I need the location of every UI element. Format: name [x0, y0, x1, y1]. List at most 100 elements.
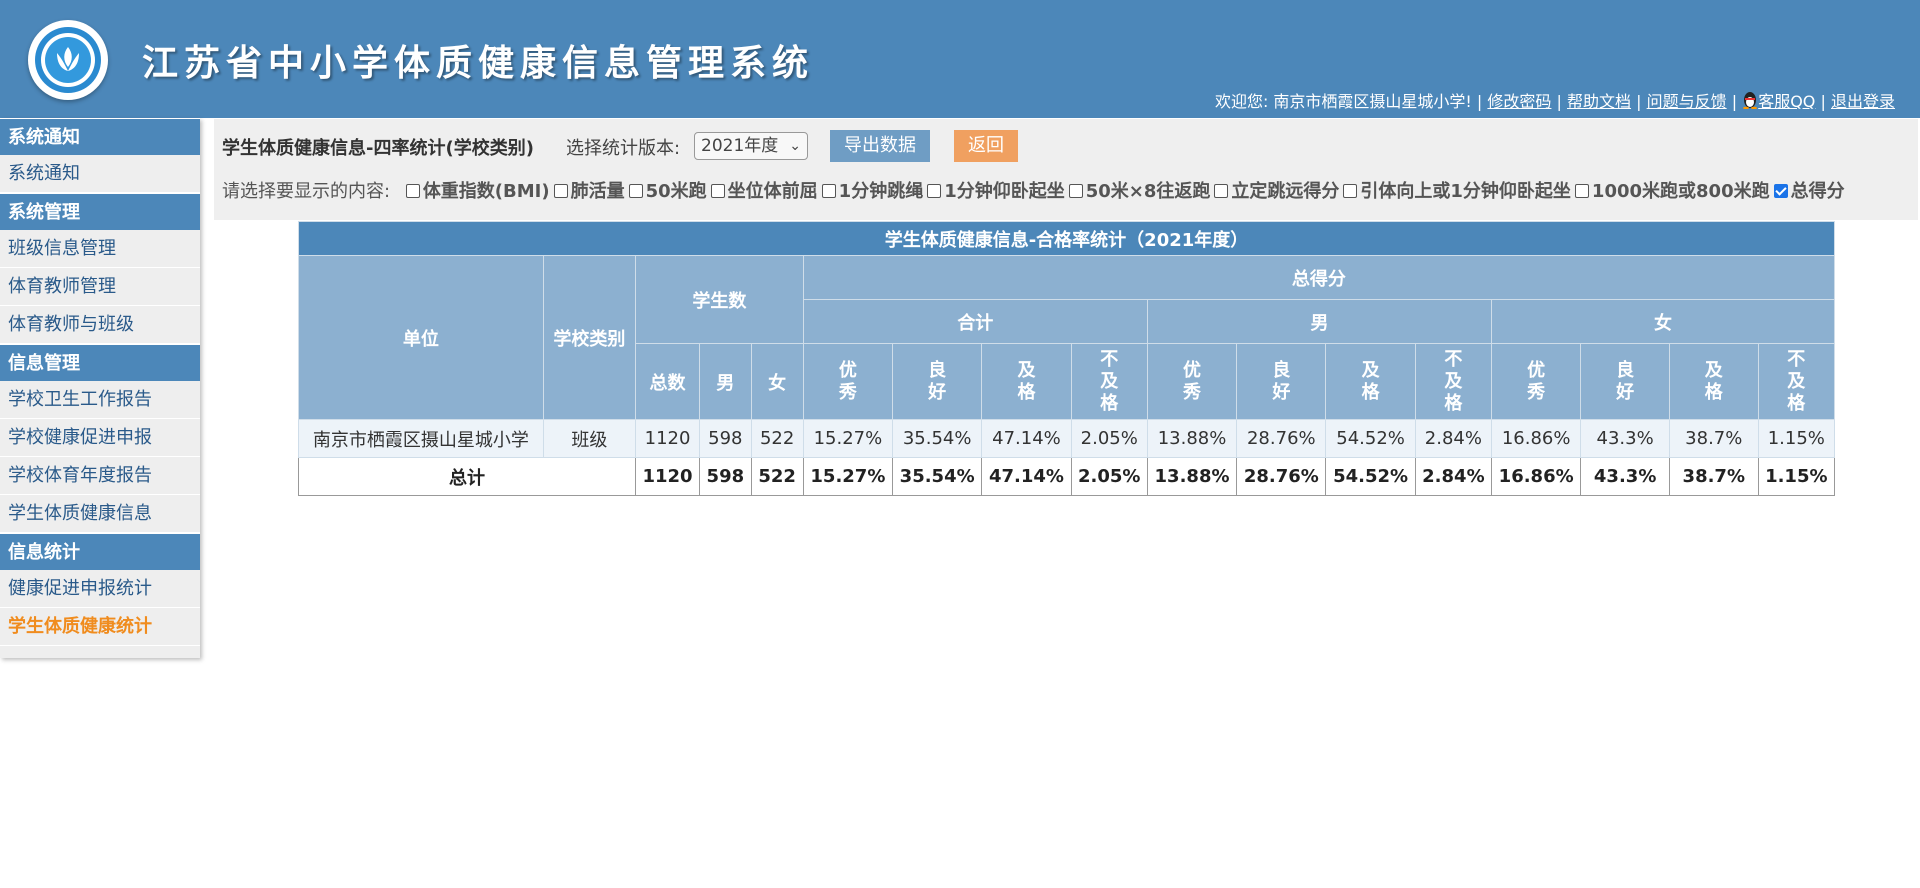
filter-checkbox[interactable] — [1068, 184, 1083, 198]
cell-total-rate: 38.7% — [1668, 457, 1759, 496]
sidebar-item-health-promotion[interactable]: 学校健康促进申报 — [0, 419, 200, 457]
header-level-label: 优秀 — [1527, 359, 1546, 403]
cell-total-rate: 15.27% — [802, 457, 894, 496]
filter-option[interactable]: 1分钟仰卧起坐 — [927, 181, 1065, 202]
header-count-total: 总数 — [634, 343, 701, 420]
cell-rate: 2.84% — [1414, 419, 1493, 458]
cell-total-rate: 43.3% — [1580, 457, 1670, 496]
export-button[interactable]: 导出数据 — [830, 130, 930, 162]
sidebar-item-student-fitness[interactable]: 学生体质健康信息 — [0, 495, 200, 533]
filter-option[interactable]: 1000米跑或800米跑 — [1574, 181, 1770, 202]
user-bar: 欢迎您: 南京市栖霞区摄山星城小学! | 修改密码 | 帮助文档 | 问题与反馈… — [1215, 88, 1895, 112]
header-level: 优秀 — [1146, 343, 1238, 420]
filter-checkbox[interactable] — [821, 184, 836, 198]
separator: | — [1726, 92, 1738, 111]
filter-option[interactable]: 体重指数(BMI) — [405, 181, 550, 202]
header-level: 及格 — [1325, 343, 1416, 420]
filter-checkbox[interactable] — [710, 184, 725, 198]
cell-total-label: 总计 — [298, 457, 636, 496]
cell-rate: 2.05% — [1070, 419, 1148, 458]
sidebar-item-notice[interactable]: 系统通知 — [0, 155, 200, 193]
filter-checkbox[interactable] — [1343, 184, 1358, 198]
filter-checkbox[interactable] — [553, 184, 568, 198]
site-title: 江苏省中小学体质健康信息管理系统 — [142, 43, 815, 84]
sidebar-item-teacher-class[interactable]: 体育教师与班级 — [0, 306, 200, 344]
sidebar-item-class-info[interactable]: 班级信息管理 — [0, 230, 200, 268]
sidebar-section-system[interactable]: 系统管理 — [0, 193, 200, 230]
filter-checkbox[interactable] — [405, 184, 420, 198]
filter-option[interactable]: 肺活量 — [553, 181, 625, 202]
filter-option[interactable]: 坐位体前屈 — [710, 181, 818, 202]
header-level-label: 及格 — [1704, 359, 1723, 403]
page-title: 学生体质健康信息-四率统计(学校类别) — [222, 138, 534, 159]
cell-total-rate: 2.05% — [1070, 457, 1148, 496]
filter-checkbox[interactable] — [927, 184, 942, 198]
header-level: 及格 — [1668, 343, 1759, 420]
filter-checkbox[interactable] — [628, 184, 643, 198]
filter-option[interactable]: 50米×8往返跑 — [1068, 181, 1210, 202]
filter-option-label: 引体向上或1分钟仰卧起坐 — [1360, 181, 1571, 202]
sidebar-item-pe-annual-report[interactable]: 学校体育年度报告 — [0, 457, 200, 495]
header-level-label: 及格 — [1017, 359, 1036, 403]
cell-female: 522 — [750, 419, 804, 458]
help-docs-link[interactable]: 帮助文档 — [1567, 92, 1631, 111]
sidebar-section-notice[interactable]: 系统通知 — [0, 118, 200, 155]
filter-checkbox[interactable] — [1214, 184, 1229, 198]
header-level-label: 不及格 — [1100, 348, 1119, 414]
header-level: 不及格 — [1414, 343, 1493, 420]
filter-option-label: 坐位体前屈 — [727, 181, 818, 202]
filter-option[interactable]: 立定跳远得分 — [1214, 181, 1339, 202]
cell-total-rate: 28.76% — [1236, 457, 1327, 496]
qq-service-link[interactable]: 客服QQ — [1758, 92, 1815, 111]
table-caption: 学生体质健康信息-合格率统计（2021年度） — [298, 221, 1835, 256]
header-level-label: 优秀 — [838, 359, 857, 403]
header-level: 良好 — [1580, 343, 1670, 420]
header-school-type: 学校类别 — [542, 255, 636, 420]
filter-option[interactable]: 50米跑 — [628, 181, 707, 202]
sidebar-item-promotion-stats[interactable]: 健康促进申报统计 — [0, 570, 200, 608]
version-select[interactable]: 2021年度 ⌄ — [694, 132, 808, 160]
cell-total-rate: 16.86% — [1491, 457, 1582, 496]
sidebar-section-stats[interactable]: 信息统计 — [0, 533, 200, 570]
header-female: 女 — [1491, 299, 1835, 344]
sidebar: 系统通知 系统通知 系统管理 班级信息管理 体育教师管理 体育教师与班级 信息管… — [0, 118, 200, 658]
cell-rate: 16.86% — [1491, 419, 1582, 458]
cell-school-type: 班级 — [542, 419, 636, 458]
change-password-link[interactable]: 修改密码 — [1487, 92, 1551, 111]
cell-total-female: 522 — [750, 457, 804, 496]
sidebar-item-fitness-stats[interactable]: 学生体质健康统计 — [0, 608, 200, 646]
filter-option[interactable]: 引体向上或1分钟仰卧起坐 — [1343, 181, 1571, 202]
header-level: 及格 — [981, 343, 1072, 420]
filter-checkbox[interactable] — [1773, 184, 1788, 198]
cell-total-rate: 1.15% — [1757, 457, 1836, 496]
stats-table: 学生体质健康信息-合格率统计（2021年度） 单位 学校类别 学生数 总得分 合… — [298, 221, 1836, 496]
filter-option-label: 50米跑 — [645, 181, 707, 202]
header-level: 良好 — [1236, 343, 1327, 420]
filter-option[interactable]: 总得分 — [1773, 181, 1845, 202]
version-select-value: 2021年度 — [701, 136, 779, 156]
sidebar-item-health-report[interactable]: 学校卫生工作报告 — [0, 381, 200, 419]
separator: | — [1551, 92, 1562, 111]
cell-total-rate: 13.88% — [1146, 457, 1238, 496]
logout-link[interactable]: 退出登录 — [1831, 92, 1895, 111]
cell-total-male: 598 — [699, 457, 752, 496]
header-level: 不及格 — [1757, 343, 1836, 420]
sidebar-item-pe-teachers[interactable]: 体育教师管理 — [0, 268, 200, 306]
version-label: 选择统计版本: — [566, 138, 681, 159]
separator: | — [1631, 92, 1642, 111]
header-count-male: 男 — [699, 343, 752, 420]
header-level: 优秀 — [1491, 343, 1582, 420]
filter-checkbox[interactable] — [1574, 184, 1589, 198]
qq-penguin-icon[interactable] — [1742, 91, 1758, 110]
cell-rate: 43.3% — [1580, 419, 1670, 458]
back-button[interactable]: 返回 — [954, 130, 1018, 162]
filter-option-label: 1分钟跳绳 — [838, 181, 924, 202]
cell-rate: 35.54% — [892, 419, 983, 458]
cell-rate: 13.88% — [1146, 419, 1238, 458]
header-total-score: 总得分 — [802, 255, 1836, 300]
filter-option[interactable]: 1分钟跳绳 — [821, 181, 924, 202]
sidebar-section-info[interactable]: 信息管理 — [0, 344, 200, 381]
header-level-label: 不及格 — [1787, 348, 1806, 414]
feedback-link[interactable]: 问题与反馈 — [1647, 92, 1727, 111]
chevron-down-icon: ⌄ — [789, 138, 801, 154]
